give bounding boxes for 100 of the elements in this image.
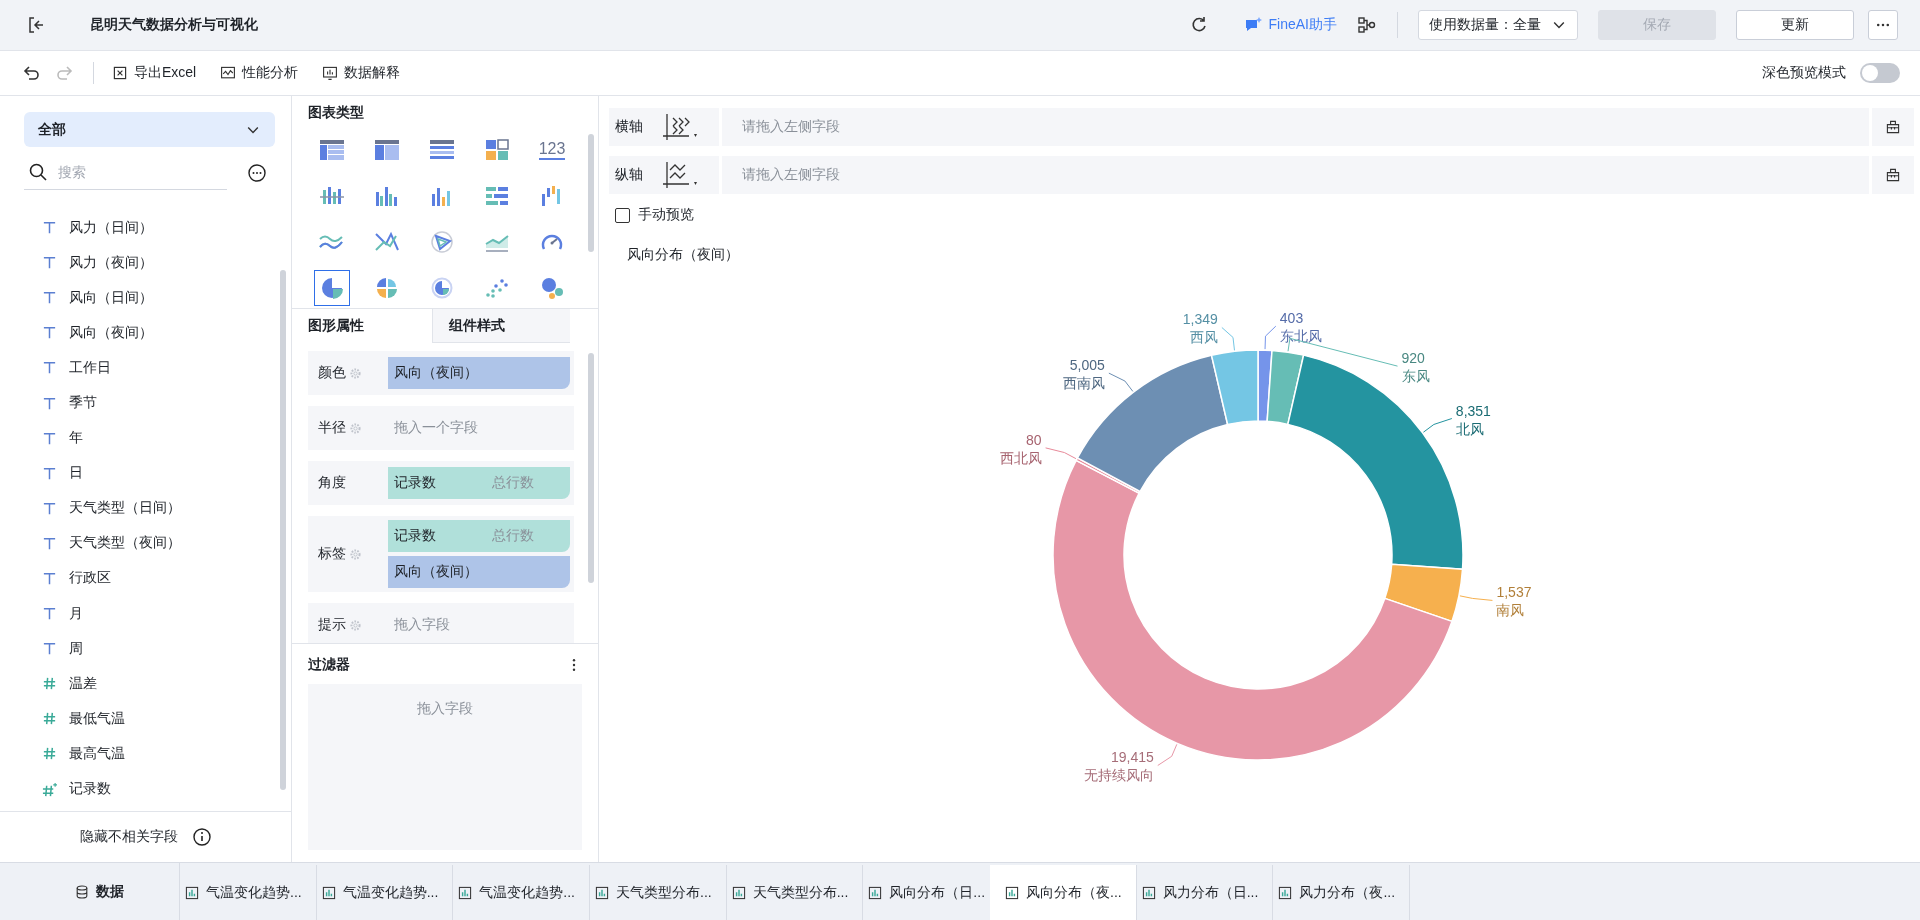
text-type-icon <box>42 395 57 411</box>
field-chip[interactable]: 风向（夜间） <box>388 556 570 588</box>
chart-sheet-icon <box>1004 884 1021 901</box>
leader-line <box>1108 372 1134 392</box>
text-type-icon <box>42 325 57 341</box>
chart-sheet-icon <box>1140 884 1157 901</box>
sheet-tab[interactable]: 天气类型分布... <box>716 865 864 920</box>
field-filter-dropdown[interactable]: 全部 <box>24 112 275 147</box>
exit-icon[interactable] <box>26 15 46 35</box>
property-label: 半径 <box>318 419 346 437</box>
text-type-icon <box>42 360 57 376</box>
dark-preview-toggle[interactable] <box>1860 63 1900 83</box>
chip-field-name: 记录数 <box>394 527 436 545</box>
connector-icon[interactable] <box>1357 15 1377 35</box>
sheet-tab[interactable]: 气温变化趋势... <box>170 865 317 920</box>
more-icon[interactable] <box>247 162 267 183</box>
field-item[interactable]: 日 <box>42 455 242 491</box>
property-label: 颜色 <box>318 364 346 382</box>
field-item[interactable]: 温差 <box>42 666 242 702</box>
slice-value-label: 8,351 <box>1455 402 1491 419</box>
database-icon <box>74 883 90 900</box>
sheet-tab[interactable]: 天气类型分布... <box>580 865 727 920</box>
chart-type-button[interactable]: 123 <box>534 132 570 168</box>
slice-category-label: 西南风 <box>1062 375 1105 392</box>
sheet-tab[interactable]: 气温变化趋势... <box>306 865 454 920</box>
sheet-tab[interactable]: 风力分布（日... <box>1126 865 1274 920</box>
slice-value-label: 1,349 <box>1182 311 1218 328</box>
chart-sheet-icon <box>457 884 474 901</box>
slice-category-label: 东风 <box>1401 368 1430 385</box>
property-tab[interactable]: 组件样式 <box>432 309 570 343</box>
chart-type-button[interactable] <box>314 270 350 306</box>
table-icon <box>317 138 347 162</box>
count-type-icon <box>42 781 57 797</box>
toolbar-button[interactable]: 性能分析 <box>220 64 299 82</box>
field-item[interactable]: 风力（日间） <box>42 210 242 246</box>
field-item[interactable]: 风向（日间） <box>42 280 242 316</box>
filter-heading: 过滤器 <box>308 656 350 674</box>
number-chart-label: 123 <box>538 140 566 160</box>
chart-note-icon <box>322 65 339 81</box>
chart-sheet-icon <box>320 884 337 901</box>
hide-fields-label[interactable]: 隐藏不相关字段 <box>79 828 178 846</box>
chip-field-name: 风向（夜间） <box>394 563 478 581</box>
field-item[interactable]: 周 <box>42 631 242 667</box>
field-item[interactable]: 天气类型（日间） <box>42 490 242 526</box>
number-type-icon <box>42 746 57 762</box>
field-item[interactable]: 最低气温 <box>42 701 242 737</box>
field-item[interactable]: 月 <box>42 596 242 632</box>
donut-slice[interactable] <box>1266 349 1305 426</box>
update-button[interactable]: 更新 <box>1736 10 1854 40</box>
donut-slice[interactable] <box>1210 349 1259 426</box>
slice-value-label: 80 <box>1026 431 1042 448</box>
toolbox-icon <box>1885 167 1901 183</box>
leader-line <box>1221 327 1235 351</box>
slice-category-label: 无持续风向 <box>1083 767 1154 784</box>
spreadsheet-icon <box>112 65 128 81</box>
toolbar-button[interactable]: 数据解释 <box>322 64 401 82</box>
toolbar-button[interactable]: 导出Excel <box>112 64 197 82</box>
info-icon[interactable] <box>191 827 212 847</box>
sheet-tab[interactable]: 风向分布（夜... <box>990 865 1137 920</box>
field-item[interactable]: 季节 <box>42 385 242 421</box>
field-item[interactable]: 风向（夜间） <box>42 315 242 351</box>
search-field[interactable]: 搜索 <box>56 163 210 181</box>
text-type-icon <box>42 430 57 446</box>
sheet-tab[interactable]: 气温变化趋势... <box>443 865 590 920</box>
axis-label: 纵轴 <box>614 166 644 184</box>
field-item[interactable]: 工作日 <box>42 350 242 386</box>
field-item[interactable]: 记录数 <box>42 771 242 807</box>
manual-preview-checkbox[interactable] <box>615 207 630 223</box>
sheet-tab[interactable]: 数据 <box>60 863 180 920</box>
leader-line <box>1422 418 1453 433</box>
field-item[interactable]: 最高气温 <box>42 736 242 772</box>
data-amount-dropdown[interactable]: 使用数据量：全量 <box>1418 10 1578 40</box>
chart-title: 风向分布（夜间） <box>627 246 740 264</box>
slice-value-label: 920 <box>1401 350 1425 367</box>
field-item[interactable]: 年 <box>42 420 242 456</box>
property-label: 提示 <box>318 616 346 634</box>
aggregate-label: 总行数 <box>492 527 534 545</box>
field-chip[interactable]: 风向（夜间） <box>388 357 570 389</box>
donut-slice[interactable] <box>1384 563 1464 623</box>
field-chip[interactable]: 记录数 总行数 <box>388 520 570 552</box>
chart-sheet-icon <box>184 884 200 901</box>
slice-value-label: 403 <box>1279 310 1304 327</box>
assistant-button[interactable]: FineAI助手 <box>1242 15 1337 35</box>
sheet-tab[interactable]: 风力分布（夜... <box>1263 865 1411 920</box>
leader-line <box>1045 447 1077 460</box>
report-title: 昆明天气数据分析与可视化 <box>90 16 258 34</box>
chart-type-heading: 图表类型 <box>308 104 365 122</box>
slice-category-label: 南风 <box>1496 602 1525 619</box>
toolbox-icon <box>1885 119 1901 135</box>
field-item[interactable]: 行政区 <box>42 560 242 597</box>
text-type-icon <box>42 255 57 271</box>
manual-preview-label[interactable]: 手动预览 <box>638 206 694 224</box>
slice-value-label: 5,005 <box>1069 357 1105 374</box>
chart-sheet-icon <box>867 884 884 901</box>
field-item[interactable]: 天气类型（夜间） <box>42 525 242 561</box>
undo-icon[interactable] <box>21 63 41 83</box>
slice-value-label: 19,415 <box>1110 749 1154 766</box>
field-item[interactable]: 风力（夜间） <box>42 245 242 281</box>
field-chip[interactable]: 记录数 总行数 <box>388 467 570 499</box>
slice-category-label: 西风 <box>1189 329 1218 346</box>
